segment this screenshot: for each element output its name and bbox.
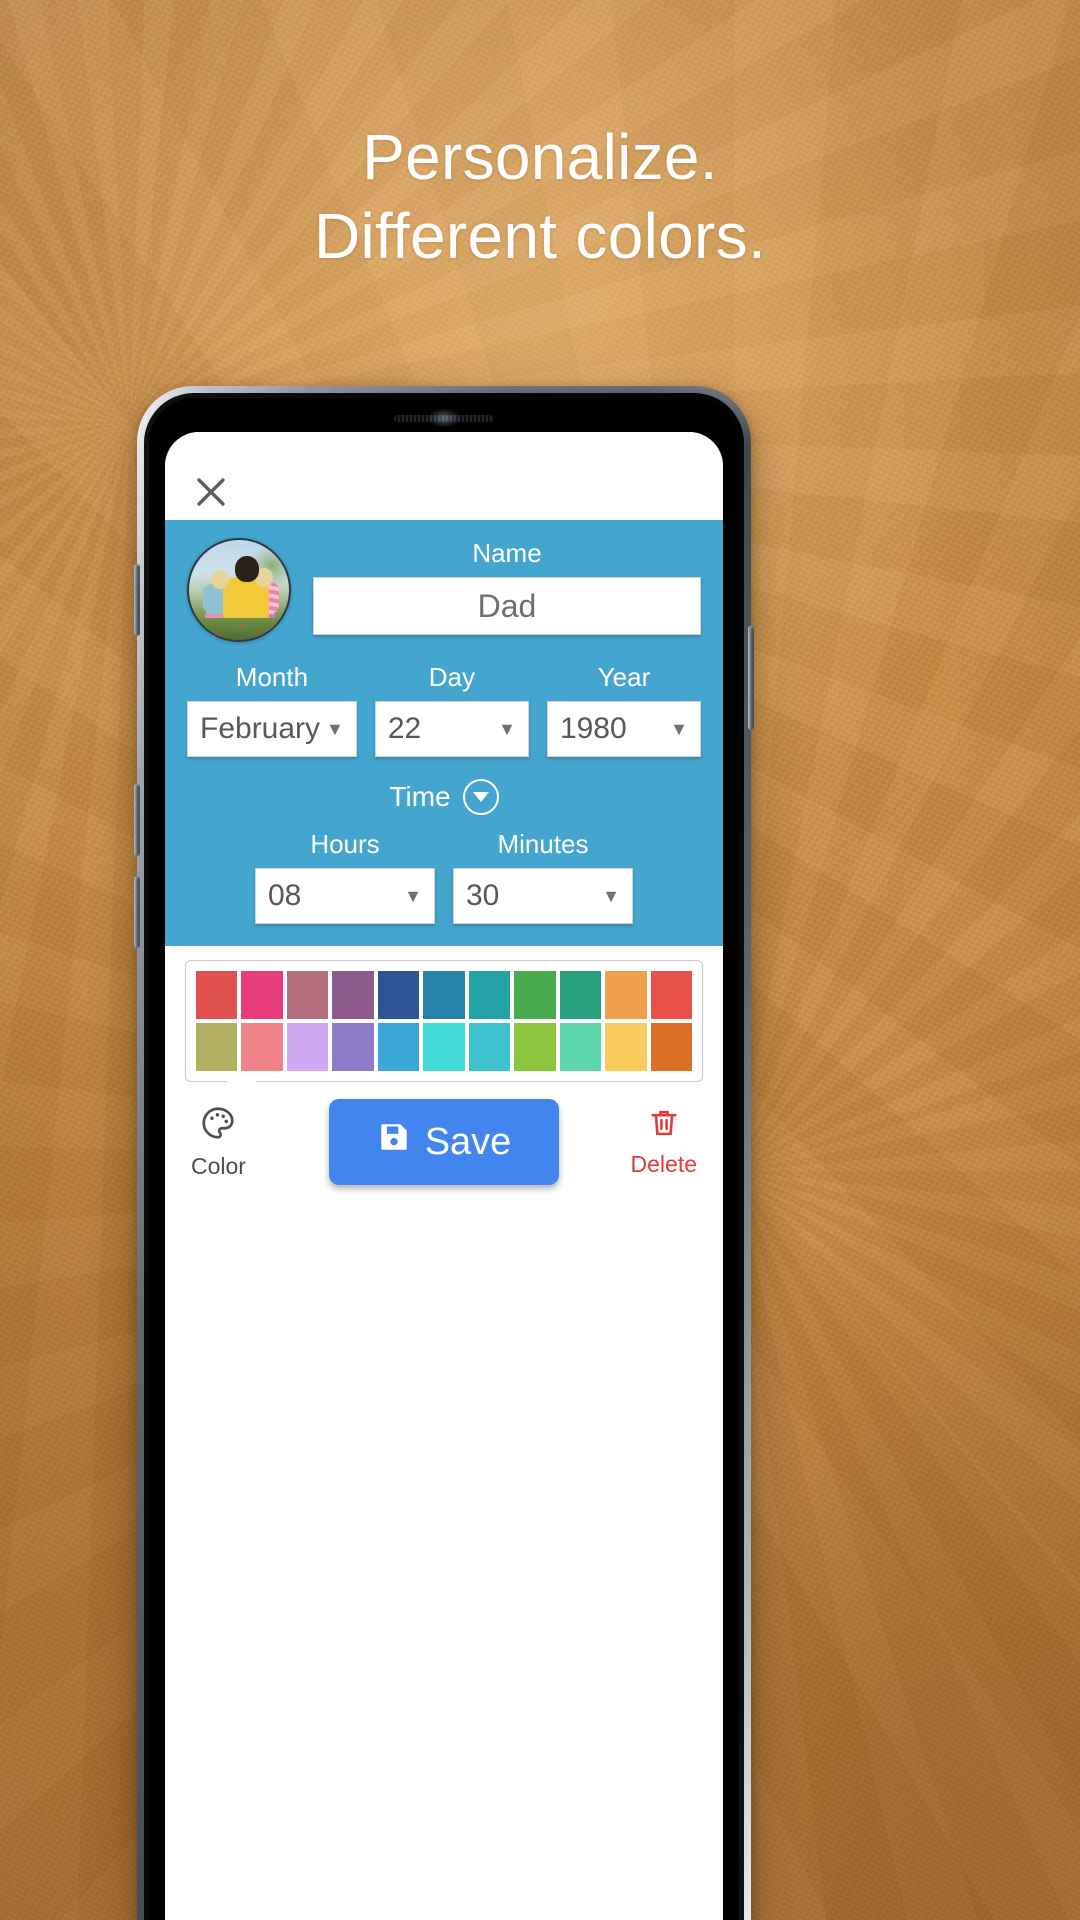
name-label: Name <box>472 538 542 568</box>
avatar-adult-head <box>235 556 259 582</box>
color-swatch[interactable] <box>423 971 465 1019</box>
phone-side-button-right-1 <box>748 626 754 730</box>
color-swatch[interactable] <box>332 971 374 1019</box>
phone-side-button-left-3 <box>134 876 140 948</box>
phone-mockup: Name Dad Month February ▼ Day 22 ▼ Year … <box>134 386 754 1920</box>
color-swatch[interactable] <box>332 1023 374 1071</box>
minutes-select[interactable]: 30 ▼ <box>453 868 633 924</box>
time-row: Hours 08 ▼ Minutes 30 ▼ <box>165 829 723 924</box>
bottom-toolbar: Color Save Delete <box>165 1082 723 1202</box>
delete-button[interactable]: Delete <box>631 1106 697 1178</box>
color-button-label: Color <box>191 1153 246 1179</box>
save-button-label: Save <box>424 1120 512 1163</box>
color-swatch[interactable] <box>559 971 602 1019</box>
hours-label: Hours <box>310 829 380 859</box>
headline-line-2: Different colors. <box>313 199 767 272</box>
color-palette-area <box>165 946 723 1082</box>
chevron-down-icon: ▼ <box>670 718 688 739</box>
name-section: Name Dad <box>165 520 723 642</box>
save-floppy-icon <box>377 1120 411 1164</box>
color-swatch[interactable] <box>377 971 420 1019</box>
month-value: February <box>200 712 321 745</box>
month-select[interactable]: February ▼ <box>187 701 357 757</box>
color-swatch[interactable] <box>423 1023 465 1071</box>
chevron-down-circle-icon[interactable] <box>462 779 499 815</box>
year-select[interactable]: 1980 ▼ <box>546 701 701 757</box>
phone-side-button-left-2 <box>134 784 140 856</box>
minutes-field-group: Minutes 30 ▼ <box>453 829 633 924</box>
color-swatch[interactable] <box>286 1023 329 1071</box>
color-swatch[interactable] <box>196 971 238 1019</box>
color-swatch[interactable] <box>377 1023 420 1071</box>
month-label: Month <box>235 662 309 692</box>
hours-value: 08 <box>268 879 302 912</box>
year-field-group: Year 1980 ▼ <box>546 662 701 757</box>
time-header: Time <box>165 779 723 815</box>
color-swatch[interactable] <box>241 1023 283 1071</box>
color-swatch[interactable] <box>468 1023 511 1071</box>
year-label: Year <box>597 662 651 692</box>
time-label: Time <box>389 781 451 812</box>
color-swatch[interactable] <box>241 971 283 1019</box>
palette-row-1 <box>196 971 692 1019</box>
promo-headline: Personalize. Different colors. <box>0 118 1080 275</box>
avatar-flower-field <box>189 618 289 640</box>
date-row: Month February ▼ Day 22 ▼ Year 1980 ▼ <box>165 662 723 757</box>
color-swatch[interactable] <box>196 1023 238 1071</box>
color-button[interactable]: Color <box>191 1104 246 1180</box>
chevron-down-icon: ▼ <box>602 885 620 906</box>
day-label: Day <box>428 662 476 692</box>
color-swatch[interactable] <box>559 1023 602 1071</box>
month-field-group: Month February ▼ <box>187 662 357 757</box>
color-swatch[interactable] <box>605 971 647 1019</box>
delete-button-label: Delete <box>630 1151 697 1177</box>
color-swatch[interactable] <box>514 971 556 1019</box>
avatar-child-left-head <box>211 570 229 589</box>
app-top-bar <box>165 432 723 520</box>
save-button[interactable]: Save <box>329 1099 559 1185</box>
day-field-group: Day 22 ▼ <box>374 662 529 757</box>
chevron-down-icon: ▼ <box>404 885 422 906</box>
day-value: 22 <box>387 712 422 745</box>
phone-bezel: Name Dad Month February ▼ Day 22 ▼ Year … <box>149 398 739 1920</box>
day-select[interactable]: 22 ▼ <box>374 701 529 757</box>
trash-icon <box>647 1106 681 1145</box>
bezel-glint <box>427 408 461 428</box>
color-swatch[interactable] <box>650 1023 692 1071</box>
color-swatch[interactable] <box>605 1023 647 1071</box>
name-field-group: Name Dad <box>313 538 701 635</box>
palette-icon <box>199 1104 237 1147</box>
name-input[interactable]: Dad <box>313 577 701 635</box>
minutes-value: 30 <box>466 879 500 912</box>
headline-line-1: Personalize. <box>362 121 718 193</box>
palette-row-2 <box>196 1023 692 1071</box>
phone-side-button-left-1 <box>134 564 140 636</box>
avatar[interactable] <box>187 538 291 642</box>
color-palette-popover <box>185 960 703 1082</box>
hours-select[interactable]: 08 ▼ <box>255 868 435 924</box>
year-value: 1980 <box>559 712 627 745</box>
color-swatch[interactable] <box>286 971 329 1019</box>
phone-screen: Name Dad Month February ▼ Day 22 ▼ Year … <box>165 432 723 1920</box>
contact-form-panel: Name Dad Month February ▼ Day 22 ▼ Year … <box>165 520 723 946</box>
chevron-down-icon: ▼ <box>326 718 344 739</box>
color-swatch[interactable] <box>468 971 511 1019</box>
minutes-label: Minutes <box>497 829 589 859</box>
color-swatch[interactable] <box>514 1023 556 1071</box>
close-icon[interactable] <box>189 470 233 514</box>
color-swatch[interactable] <box>650 971 692 1019</box>
hours-field-group: Hours 08 ▼ <box>255 829 435 924</box>
chevron-down-icon: ▼ <box>498 718 516 739</box>
